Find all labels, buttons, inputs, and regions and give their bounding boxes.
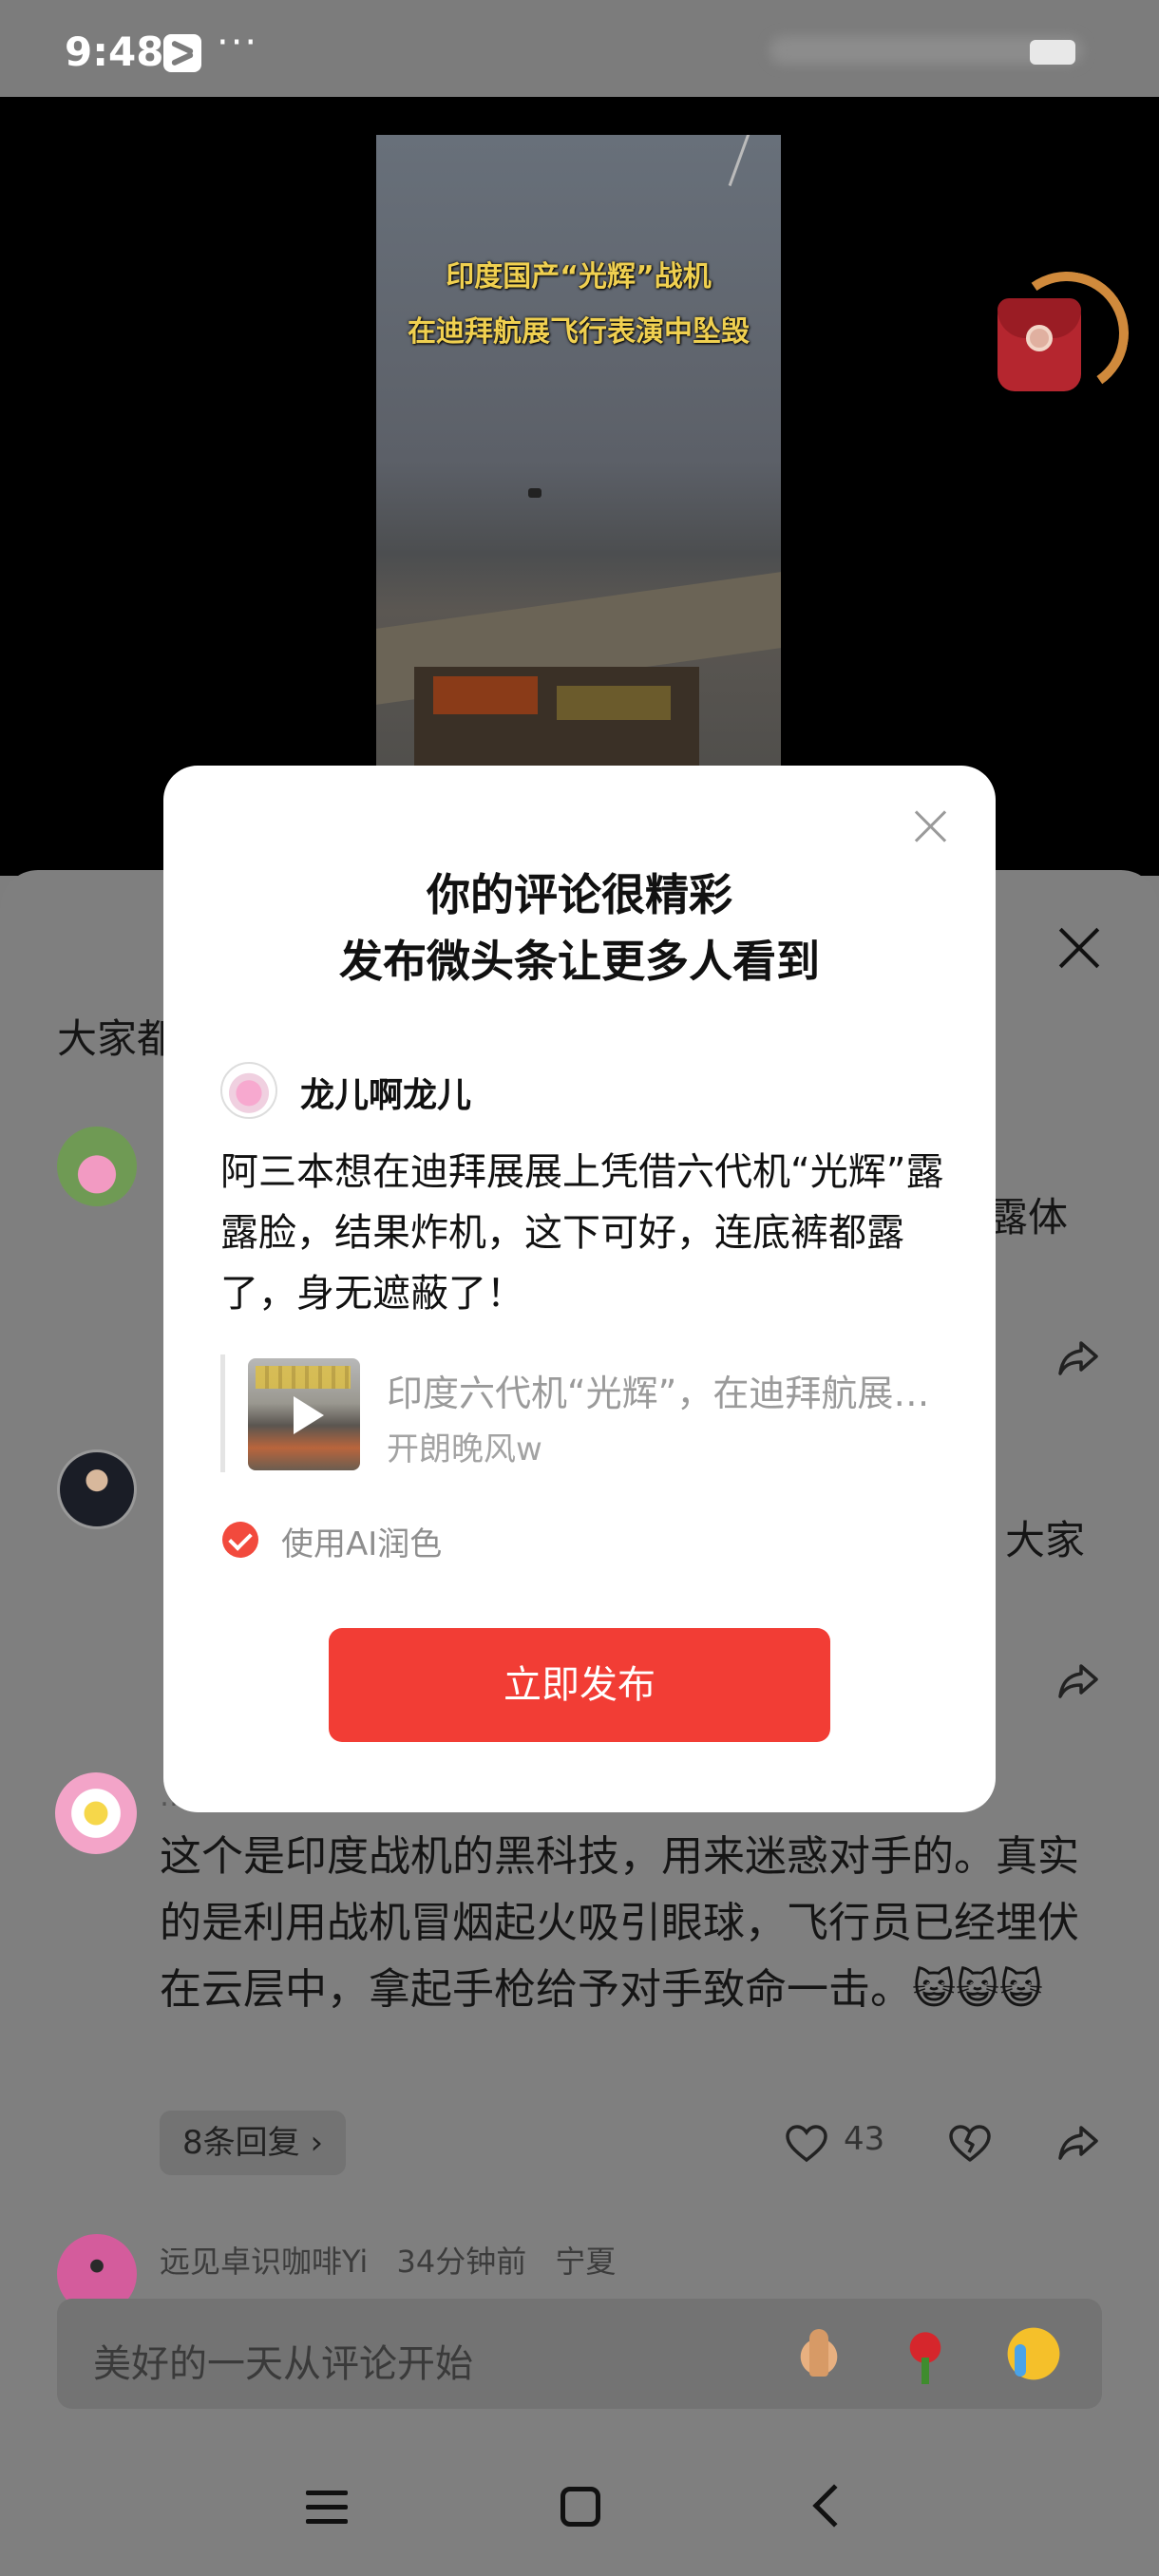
fire-trucks — [414, 667, 699, 781]
thumbnail-caption — [256, 1366, 351, 1389]
share-icon[interactable] — [1056, 1662, 1100, 1700]
lamp-post — [728, 135, 775, 196]
avatar[interactable] — [55, 1772, 137, 1854]
comment-meta: 远见卓识咖啡Yi 34分钟前 宁夏 — [160, 2238, 635, 2282]
avatar — [220, 1062, 277, 1119]
publish-modal: 你的评论很精彩 发布微头条让更多人看到 龙儿啊龙儿 阿三本想在迪拜展展上凭借六代… — [163, 766, 996, 1812]
share-icon[interactable] — [1056, 1339, 1100, 1377]
video-thumbnail — [248, 1358, 360, 1470]
video-caption-line2: 在迪拜航展飞行表演中坠毁 — [408, 315, 750, 349]
status-more-icon: ··· — [217, 21, 259, 65]
comments-title: 大家都 — [57, 1015, 178, 1062]
crying-emoji-icon[interactable] — [1003, 2323, 1064, 2384]
video-player[interactable]: 印度国产“光辉”战机 在迪拜航展飞行表演中坠毁 — [0, 97, 1159, 876]
quoted-author: 开朗晚风w — [387, 1430, 542, 1468]
system-nav-bar — [0, 2432, 1159, 2576]
status-bar: 9:48 ··· — [0, 0, 1159, 97]
status-time: 9:48 — [65, 28, 164, 75]
video-caption-line1: 印度国产“光辉”战机 — [446, 260, 712, 294]
ai-polish-label[interactable]: 使用AI润色 — [281, 1518, 442, 1564]
user-name: 龙儿啊龙儿 — [300, 1076, 472, 1115]
comment-time: 34分钟前 — [396, 2244, 527, 2280]
comment-text: 这个是印度战机的黑科技，用来迷惑对手的。真实的是利用战机冒烟起火吸引眼球，飞行员… — [160, 1832, 1079, 2014]
jet-silhouette — [528, 488, 542, 498]
like-count: 43 — [844, 2120, 885, 2158]
red-packet-icon[interactable] — [995, 261, 1139, 406]
home-icon[interactable] — [560, 2487, 600, 2527]
rose-emoji-icon[interactable] — [895, 2323, 956, 2384]
modal-subtitle: 发布微头条让更多人看到 — [339, 936, 820, 987]
battery-icon — [1030, 40, 1075, 65]
share-icon[interactable] — [1056, 2124, 1100, 2162]
heart-icon[interactable] — [785, 2124, 828, 2164]
comment-preview: 阿三本想在迪拜展展上凭借六代机“光辉”露露脸，结果炸机，这下可好，连底裤都露了，… — [220, 1150, 944, 1316]
back-icon[interactable] — [812, 2484, 856, 2528]
replies-button[interactable]: 8条回复 › — [160, 2111, 347, 2175]
comment-input[interactable]: 美好的一天从评论开始 — [57, 2299, 1102, 2409]
comment-location: 宁夏 — [555, 2244, 617, 2280]
capcut-icon — [163, 34, 201, 72]
close-icon[interactable] — [1053, 921, 1106, 975]
recent-apps-icon[interactable] — [306, 2491, 348, 2525]
comment-input-placeholder: 美好的一天从评论开始 — [93, 2342, 473, 2386]
modal-title: 你的评论很精彩 — [427, 869, 732, 920]
comment-text-fragment: 露体 — [988, 1194, 1069, 1241]
close-icon[interactable] — [912, 807, 950, 845]
video-frame: 印度国产“光辉”战机 在迪拜航展飞行表演中坠毁 — [376, 135, 781, 857]
red-packet-coin — [1026, 325, 1053, 351]
quoted-title: 印度六代机“光辉”，在迪拜航展飞行表演中坠毁 — [387, 1373, 947, 1414]
pray-emoji-icon[interactable] — [788, 2323, 849, 2384]
broken-heart-icon[interactable] — [948, 2124, 992, 2164]
play-icon — [284, 1394, 326, 1436]
avatar[interactable] — [57, 1449, 137, 1529]
comment-text-fragment: 大家 — [1005, 1517, 1086, 1563]
avatar[interactable] — [57, 1127, 137, 1206]
quoted-article[interactable]: 印度六代机“光辉”，在迪拜航展飞行表演中坠毁 开朗晚风w — [220, 1354, 952, 1472]
comment-author[interactable]: 远见卓识咖啡Yi — [160, 2244, 368, 2280]
checkbox-checked-icon[interactable] — [222, 1522, 258, 1558]
publish-button[interactable]: 立即发布 — [329, 1628, 830, 1742]
